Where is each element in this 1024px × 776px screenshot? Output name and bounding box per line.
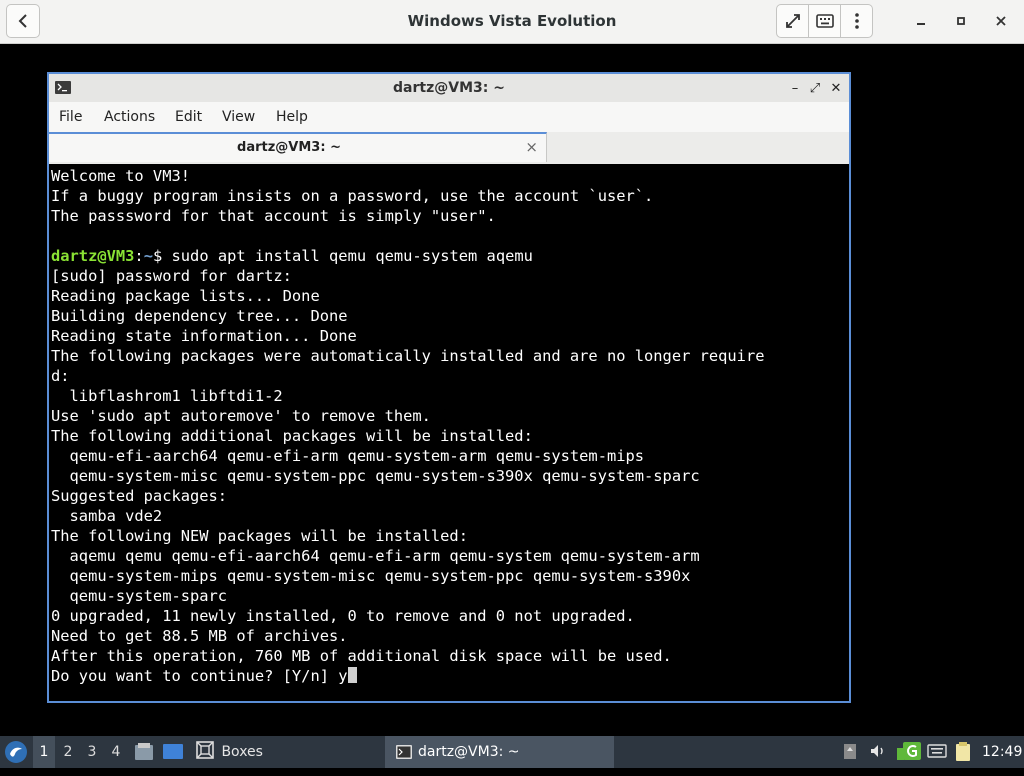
clock[interactable]: 12:49 bbox=[982, 736, 1022, 768]
terminal-window: dartz@VM3: ~ – ⤢ ✕ File Actions Edit Vie… bbox=[47, 72, 851, 703]
back-button[interactable] bbox=[6, 4, 40, 38]
kebab-menu-icon bbox=[854, 13, 859, 29]
boxes-header-bar: Windows Vista Evolution bbox=[0, 0, 1024, 44]
minimize-icon: – bbox=[791, 80, 799, 96]
text-cursor bbox=[347, 667, 357, 683]
tab-close-icon[interactable]: × bbox=[525, 134, 538, 161]
output-line: Suggested packages: bbox=[51, 487, 228, 505]
menu-button[interactable] bbox=[840, 4, 873, 38]
keyboard-button[interactable] bbox=[808, 4, 841, 38]
output-line: The following packages were automaticall… bbox=[51, 347, 765, 365]
output-line: qemu-system-sparc bbox=[51, 587, 228, 605]
workspace-4[interactable]: 4 bbox=[105, 736, 127, 768]
output-line: After this operation, 760 MB of addition… bbox=[51, 647, 672, 665]
fullscreen-icon bbox=[785, 14, 800, 28]
start-menu-icon bbox=[5, 741, 27, 763]
workspace-1[interactable]: 1 bbox=[33, 736, 55, 768]
output-line: samba vde2 bbox=[51, 507, 163, 525]
fullscreen-button[interactable] bbox=[776, 4, 809, 38]
output-line: libflashrom1 libftdi1-2 bbox=[51, 387, 283, 405]
task-label: dartz@VM3: ~ bbox=[418, 744, 520, 760]
prompt-user: dartz@VM3 bbox=[51, 247, 135, 265]
menu-edit[interactable]: Edit bbox=[175, 102, 202, 132]
maximize-icon bbox=[957, 17, 965, 25]
tray-volume-icon[interactable] bbox=[869, 742, 887, 764]
tab-label: dartz@VM3: ~ bbox=[237, 140, 341, 155]
confirm-text: Do you want to continue? [Y/n] y bbox=[51, 667, 348, 685]
terminal-titlebar[interactable]: dartz@VM3: ~ – ⤢ ✕ bbox=[49, 74, 849, 102]
start-menu-button[interactable] bbox=[4, 740, 28, 764]
output-line: qemu-system-mips qemu-system-misc qemu-s… bbox=[51, 567, 691, 585]
output-line: Welcome to VM3! bbox=[51, 167, 190, 185]
prompt-confirm-line: Do you want to continue? [Y/n] y bbox=[51, 666, 357, 686]
boxes-icon bbox=[196, 741, 214, 759]
prompt-path: ~ bbox=[143, 247, 153, 265]
output-line: [sudo] password for dartz: bbox=[51, 267, 292, 285]
terminal-maximize-button[interactable]: ⤢ bbox=[807, 79, 823, 97]
tray-clipboard-icon[interactable] bbox=[954, 742, 972, 766]
menu-help[interactable]: Help bbox=[276, 102, 308, 132]
output-line: Building dependency tree... Done bbox=[51, 307, 348, 325]
output-line: Need to get 88.5 MB of archives. bbox=[51, 627, 348, 645]
terminal-close-button[interactable]: ✕ bbox=[828, 79, 844, 97]
output-line: The following NEW packages will be insta… bbox=[51, 527, 468, 545]
terminal-title: dartz@VM3: ~ bbox=[393, 80, 505, 96]
prompt-separator: : bbox=[134, 247, 144, 265]
prompt-symbol: $ bbox=[152, 247, 163, 265]
desktop-icon bbox=[163, 744, 183, 759]
minimize-button[interactable] bbox=[904, 4, 938, 38]
file-manager-launcher[interactable] bbox=[134, 742, 154, 762]
workspace-2[interactable]: 2 bbox=[57, 736, 79, 768]
terminal-tab[interactable]: dartz@VM3: ~ × bbox=[49, 132, 547, 162]
menu-actions[interactable]: Actions bbox=[104, 102, 155, 132]
menu-file[interactable]: File bbox=[59, 102, 82, 132]
output-line: The passsword for that account is simply… bbox=[51, 207, 496, 225]
boxes-launcher[interactable]: Boxes bbox=[195, 736, 263, 768]
header-button-group bbox=[776, 4, 873, 38]
minimize-icon bbox=[917, 23, 925, 25]
boxes-label: Boxes bbox=[221, 744, 263, 760]
terminal-minimize-button[interactable]: – bbox=[787, 79, 803, 97]
tray-update-icon[interactable] bbox=[897, 742, 921, 766]
output-line: qemu-efi-aarch64 qemu-efi-arm qemu-syste… bbox=[51, 447, 645, 465]
output-line: Use 'sudo apt autoremove' to remove them… bbox=[51, 407, 431, 425]
workspace-3[interactable]: 3 bbox=[81, 736, 103, 768]
output-line: d: bbox=[51, 367, 70, 385]
terminal-tab-bar: dartz@VM3: ~ × bbox=[49, 132, 849, 164]
tray-network-icon[interactable] bbox=[842, 742, 858, 764]
menu-view[interactable]: View bbox=[222, 102, 255, 132]
folder-icon bbox=[135, 743, 153, 760]
maximize-button[interactable] bbox=[944, 4, 978, 38]
close-button[interactable] bbox=[984, 4, 1018, 38]
output-line: If a buggy program insists on a password… bbox=[51, 187, 654, 205]
close-icon bbox=[996, 16, 1006, 26]
chevron-left-icon bbox=[18, 14, 27, 28]
output-line: qemu-system-misc qemu-system-ppc qemu-sy… bbox=[51, 467, 700, 485]
output-line: Reading package lists... Done bbox=[51, 287, 320, 305]
output-line: The following additional packages will b… bbox=[51, 427, 533, 445]
show-desktop-button[interactable] bbox=[162, 742, 184, 762]
tray-keyboard-icon[interactable] bbox=[927, 742, 947, 764]
terminal-icon bbox=[396, 745, 412, 759]
prompt-line: dartz@VM3:~$ sudo apt install qemu qemu-… bbox=[51, 246, 533, 266]
prompt-command: sudo apt install qemu qemu-system aqemu bbox=[162, 247, 533, 265]
output-line: 0 upgraded, 11 newly installed, 0 to rem… bbox=[51, 607, 635, 625]
keyboard-icon bbox=[815, 14, 834, 28]
terminal-output[interactable]: Welcome to VM3! If a buggy program insis… bbox=[51, 166, 847, 699]
taskbar: 1 2 3 4 Boxes dartz@VM3: ~ 12:49 bbox=[0, 736, 1024, 768]
taskbar-terminal-task[interactable]: dartz@VM3: ~ bbox=[385, 736, 614, 768]
output-line: Reading state information... Done bbox=[51, 327, 357, 345]
terminal-menubar: File Actions Edit View Help bbox=[49, 102, 849, 132]
maximize-icon: ⤢ bbox=[809, 80, 821, 96]
close-icon: ✕ bbox=[830, 80, 842, 96]
output-line: aqemu qemu qemu-efi-aarch64 qemu-efi-arm… bbox=[51, 547, 700, 565]
